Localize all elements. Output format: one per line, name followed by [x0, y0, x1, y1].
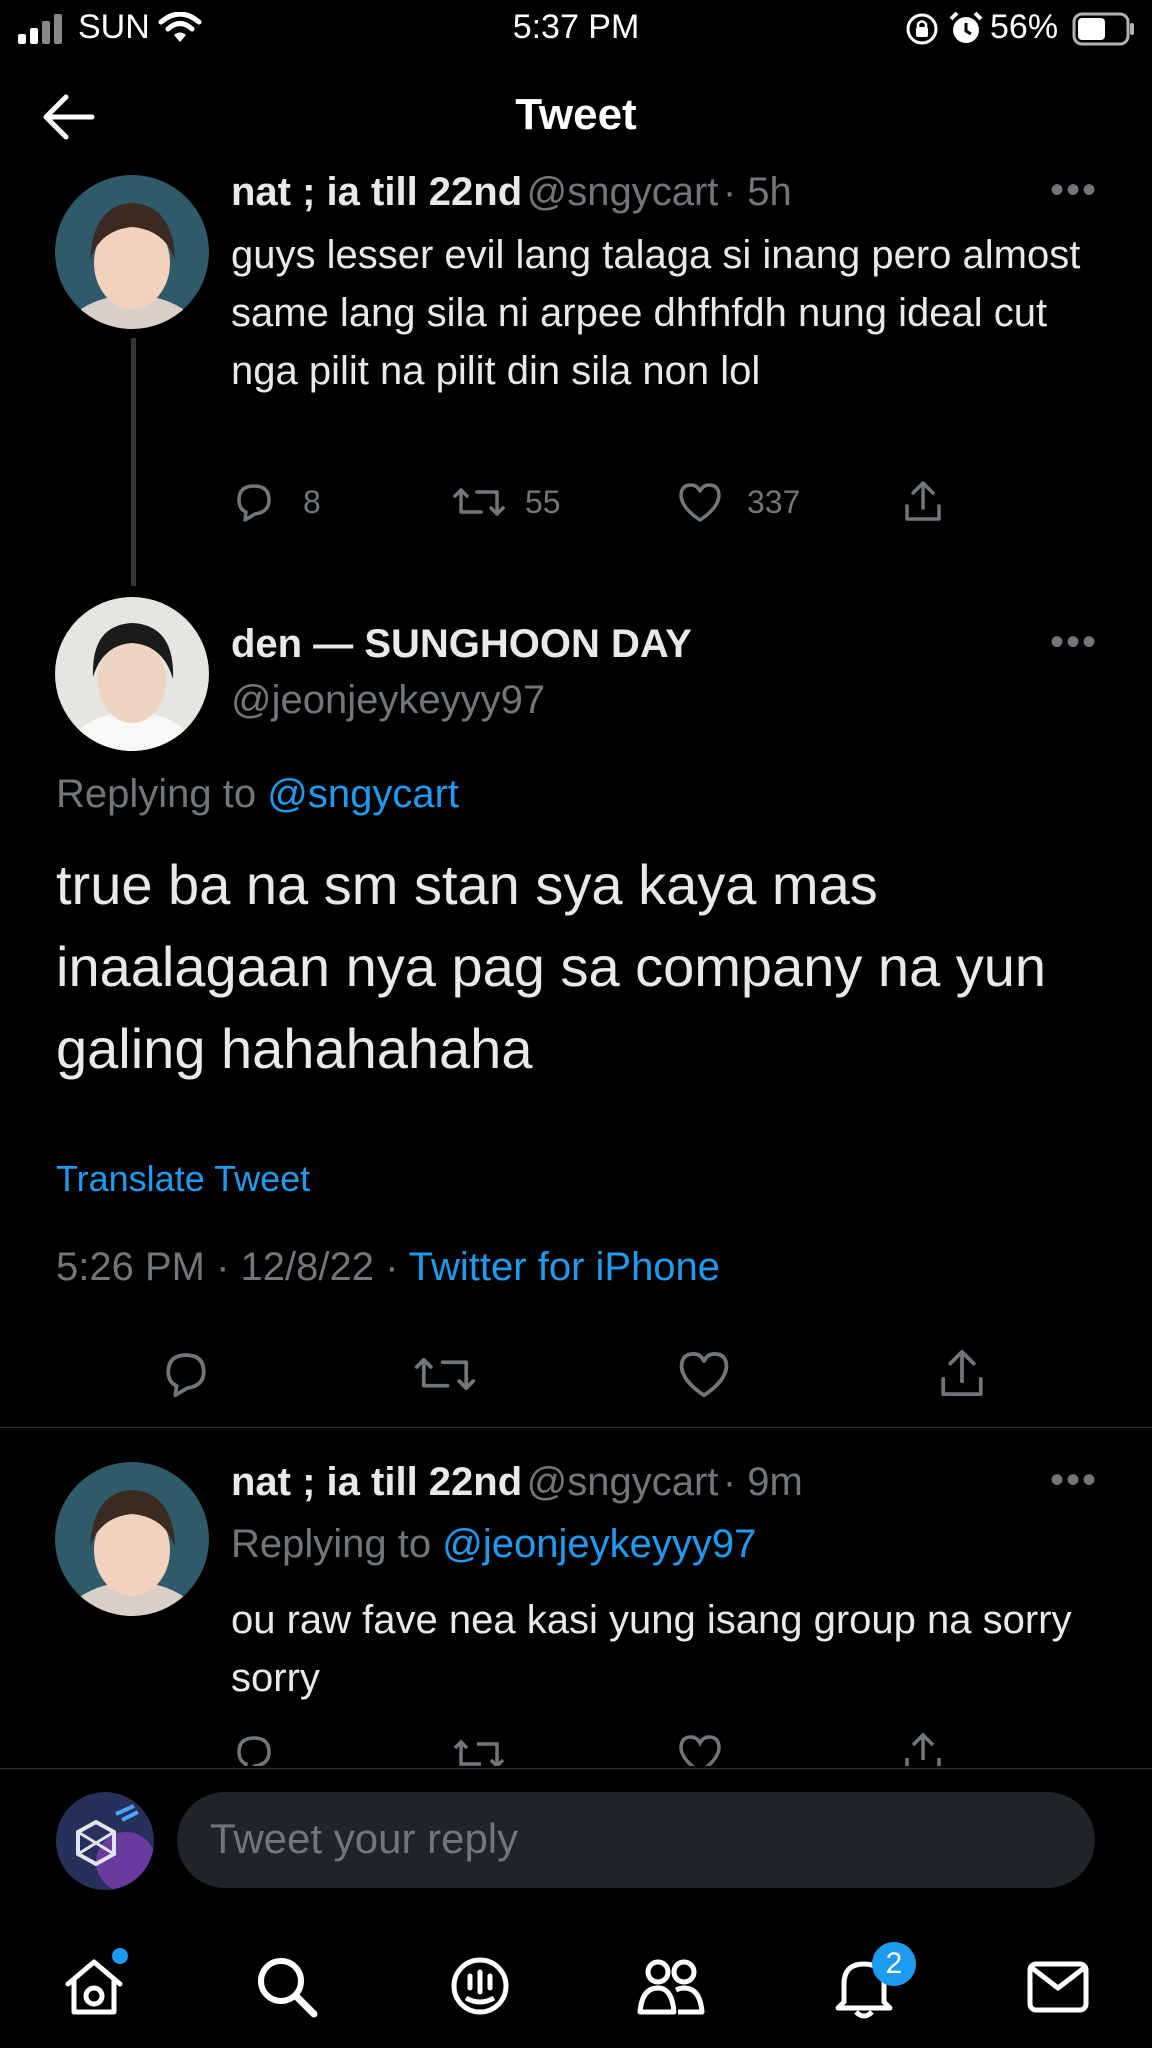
reply-icon[interactable]: [158, 1348, 214, 1400]
like-icon[interactable]: [675, 1348, 733, 1400]
share-icon[interactable]: [936, 1346, 988, 1400]
retweet-icon[interactable]: [451, 480, 507, 524]
like-icon[interactable]: [676, 1732, 724, 1766]
tweet-text: guys lesser evil lang talaga si inang pe…: [231, 233, 1081, 393]
avatar[interactable]: [55, 1462, 209, 1616]
tweet-age: · 5h: [722, 170, 792, 214]
replying-to-label: Replying to: [56, 772, 257, 816]
battery-percentage: 56%: [990, 8, 1059, 46]
more-options-icon[interactable]: •••: [1050, 168, 1098, 213]
orientation-lock-icon: [906, 13, 938, 45]
replying-to: Replying to @jeonjeykeyyy97: [231, 1522, 756, 1567]
share-icon[interactable]: [901, 1730, 945, 1766]
like-icon[interactable]: [676, 480, 724, 524]
handle[interactable]: @jeonjeykeyyy97: [231, 678, 545, 723]
page-title: Tweet: [515, 90, 637, 139]
tab-bar: 2: [0, 1920, 1152, 2048]
display-name[interactable]: nat ; ia till 22nd: [231, 170, 522, 214]
tweet-metadata: 5:26 PM · 12/8/22 · Twitter for iPhone: [56, 1245, 720, 1290]
home-unread-dot: [112, 1948, 128, 1964]
avatar[interactable]: [55, 597, 209, 751]
tweet-header: nat ; ia till 22nd @sngycart · 9m: [231, 1460, 803, 1505]
tweet-actions: 8 55 337: [231, 476, 1051, 528]
divider: [0, 1768, 1152, 1769]
retweet-icon[interactable]: [412, 1348, 478, 1400]
avatar[interactable]: [56, 1792, 154, 1890]
replying-to-handle[interactable]: @jeonjeykeyyy97: [442, 1522, 756, 1566]
replying-to-label: Replying to: [231, 1522, 432, 1566]
reply-count: 8: [303, 484, 321, 520]
tweet-text: true ba na sm stan sya kaya mas inaalaga…: [56, 853, 1047, 1080]
more-options-icon[interactable]: •••: [1050, 620, 1098, 665]
reply-icon[interactable]: [231, 1732, 277, 1766]
share-icon[interactable]: [901, 478, 945, 524]
replying-to-handle[interactable]: @sngycart: [267, 772, 459, 816]
tweet-source-link[interactable]: Twitter for iPhone: [409, 1245, 720, 1289]
communities-icon[interactable]: [636, 1954, 706, 2018]
messages-icon[interactable]: [1026, 1960, 1090, 2014]
handle[interactable]: @sngycart: [527, 1460, 719, 1504]
notifications-badge: 2: [872, 1942, 916, 1986]
display-name[interactable]: den — SUNGHOON DAY: [231, 622, 692, 667]
spaces-icon[interactable]: [448, 1954, 512, 2018]
tweet-actions: [231, 1728, 1051, 1766]
status-bar: SUN 5:37 PM 56%: [0, 0, 1152, 60]
display-name[interactable]: nat ; ia till 22nd: [231, 1460, 522, 1504]
retweet-count: 55: [525, 484, 561, 520]
retweet-icon[interactable]: [451, 1732, 507, 1766]
home-icon[interactable]: [62, 1956, 126, 2018]
translate-tweet-link[interactable]: Translate Tweet: [56, 1158, 310, 1200]
tweet-timestamp: 5:26 PM · 12/8/22 ·: [56, 1245, 399, 1289]
reply-icon[interactable]: [231, 480, 277, 524]
avatar[interactable]: [55, 175, 209, 329]
reply-input-placeholder: Tweet your reply: [210, 1815, 519, 1862]
divider: [0, 1427, 1152, 1428]
battery-icon: [1072, 12, 1134, 46]
replying-to: Replying to @sngycart: [56, 772, 459, 817]
search-icon[interactable]: [254, 1954, 318, 2018]
alarm-icon: [949, 11, 983, 43]
thread-line: [131, 338, 136, 586]
tweet-age: · 9m: [722, 1460, 803, 1504]
tweet-text: ou raw fave nea kasi yung isang group na…: [231, 1598, 1072, 1700]
more-options-icon[interactable]: •••: [1050, 1458, 1098, 1503]
handle[interactable]: @sngycart: [527, 170, 719, 214]
tweet-header: nat ; ia till 22nd @sngycart · 5h: [231, 170, 792, 215]
tweet-actions: [0, 1340, 1152, 1406]
like-count: 337: [747, 484, 801, 520]
